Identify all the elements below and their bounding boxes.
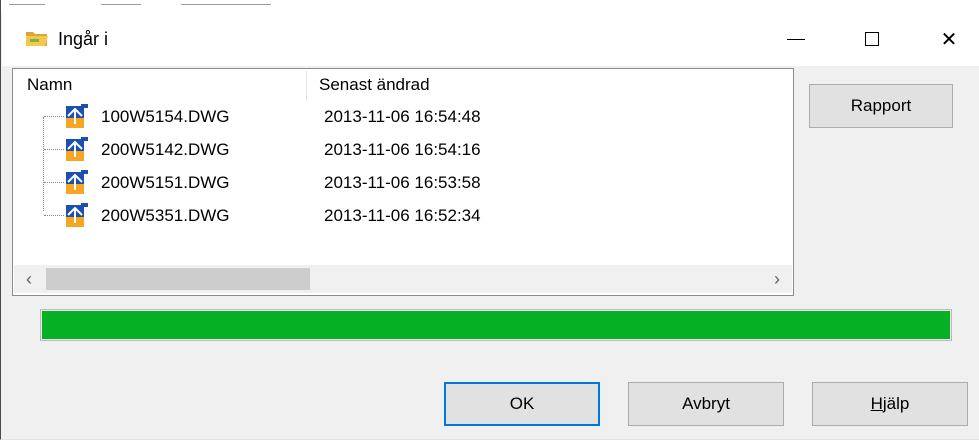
file-name: 200W5351.DWG — [101, 206, 230, 225]
scrollbar-thumb[interactable] — [46, 268, 310, 290]
dwg-file-icon — [66, 137, 88, 161]
progress-bar — [40, 309, 952, 341]
folder-icon — [26, 32, 48, 46]
file-name: 100W5154.DWG — [101, 107, 230, 126]
column-header-name[interactable]: Namn — [27, 75, 72, 95]
scroll-left-icon[interactable]: ‹ — [14, 265, 44, 293]
report-button-label: Rapport — [850, 96, 912, 115]
cancel-button[interactable]: Avbryt — [628, 382, 784, 426]
cancel-button-label: Avbryt — [682, 394, 730, 413]
list-item[interactable]: 200W5142.DWG 2013-11-06 16:54:16 — [13, 135, 793, 165]
file-list[interactable]: Namn Senast ändrad 100W5154.DWG 2013-11-… — [12, 68, 794, 296]
progress-fill — [42, 311, 950, 339]
minimize-button[interactable] — [767, 12, 825, 66]
report-button[interactable]: Rapport — [809, 84, 953, 128]
minimize-icon — [787, 38, 805, 40]
window-title: Ingår i — [58, 29, 109, 49]
help-button[interactable]: Hjälp — [812, 382, 968, 426]
file-name: 200W5151.DWG — [101, 173, 230, 192]
file-name: 200W5142.DWG — [101, 140, 230, 159]
dwg-file-icon — [66, 170, 88, 194]
ok-button-label: OK — [509, 394, 535, 413]
close-button[interactable]: ✕ — [920, 12, 978, 66]
file-modified: 2013-11-06 16:53:58 — [324, 173, 481, 192]
horizontal-scrollbar[interactable]: ‹ › — [14, 265, 792, 293]
dwg-file-icon — [66, 104, 88, 128]
dwg-file-icon — [66, 203, 88, 227]
list-item[interactable]: 200W5151.DWG 2013-11-06 16:53:58 — [13, 168, 793, 198]
ok-button[interactable]: OK — [444, 382, 600, 426]
dialog-window: Ingår i ✕ Namn Senast ändrad 100W5154.DW… — [0, 0, 979, 440]
scroll-right-icon[interactable]: › — [762, 265, 792, 293]
list-item[interactable]: 100W5154.DWG 2013-11-06 16:54:48 — [13, 102, 793, 132]
column-separator[interactable] — [306, 71, 307, 101]
column-header-modified[interactable]: Senast ändrad — [319, 75, 430, 95]
background-strip — [1, 0, 979, 12]
maximize-button[interactable] — [843, 12, 901, 66]
list-item[interactable]: 200W5351.DWG 2013-11-06 16:52:34 — [13, 201, 793, 231]
file-modified: 2013-11-06 16:54:48 — [324, 107, 481, 126]
close-icon: ✕ — [940, 28, 958, 51]
help-button-label: Hjälp — [870, 394, 910, 413]
maximize-icon — [865, 32, 879, 46]
file-modified: 2013-11-06 16:52:34 — [324, 206, 481, 225]
file-modified: 2013-11-06 16:54:16 — [324, 140, 481, 159]
title-bar: Ingår i ✕ — [2, 12, 979, 66]
